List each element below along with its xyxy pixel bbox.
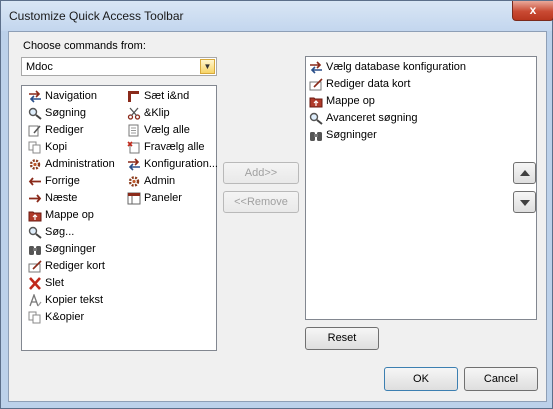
select-all-icon bbox=[127, 124, 141, 137]
list-item-label: Sæt i&nd bbox=[144, 90, 190, 102]
list-item-label: Vælg alle bbox=[144, 124, 190, 136]
close-button[interactable]: x bbox=[512, 1, 553, 21]
list-item-label: Rediger bbox=[45, 124, 84, 136]
swap-arrows-icon bbox=[28, 90, 42, 103]
ok-button[interactable]: OK bbox=[384, 367, 458, 391]
list-item-label: Kopi bbox=[45, 141, 68, 153]
dropdown-selected-value: Mdoc bbox=[26, 61, 53, 73]
cancel-button[interactable]: Cancel bbox=[464, 367, 538, 391]
triangle-down-icon bbox=[520, 200, 530, 206]
triangle-up-icon bbox=[520, 170, 530, 176]
list-item-label: Konfiguration... bbox=[144, 158, 218, 170]
magnifier-icon bbox=[28, 107, 42, 120]
paste-icon bbox=[127, 90, 141, 103]
gear-icon bbox=[28, 158, 42, 171]
list-item-label: Fravælg alle bbox=[144, 141, 205, 153]
edit-card-icon bbox=[28, 260, 42, 273]
list-item-label: Søgninger bbox=[45, 243, 96, 255]
list-item-label: Navigation bbox=[45, 90, 97, 102]
add-button[interactable]: Add>> bbox=[223, 162, 299, 184]
move-down-button[interactable] bbox=[513, 191, 536, 213]
arrow-left-icon bbox=[28, 175, 42, 188]
list-item-label: Administration bbox=[45, 158, 115, 170]
list-item-label: Rediger kort bbox=[45, 260, 105, 272]
list-item-label: Søgninger bbox=[326, 129, 377, 141]
list-item-label: K&opier bbox=[45, 311, 85, 323]
choose-commands-label: Choose commands from: bbox=[23, 40, 146, 52]
list-item-label: Vælg database konfiguration bbox=[326, 61, 467, 73]
binoculars-icon bbox=[309, 129, 323, 142]
list-item-label: Næste bbox=[45, 192, 78, 204]
window-title: Customize Quick Access Toolbar bbox=[9, 9, 184, 23]
binoculars-icon bbox=[28, 243, 42, 256]
remove-button[interactable]: <<Remove bbox=[223, 191, 299, 213]
folder-up-icon bbox=[309, 95, 323, 108]
title-bar: Customize Quick Access Toolbar x bbox=[1, 1, 553, 31]
delete-x-icon bbox=[28, 277, 42, 290]
commands-source-dropdown[interactable]: Mdoc ▼ bbox=[21, 57, 217, 76]
scissors-icon bbox=[127, 107, 141, 120]
dialog-window: Customize Quick Access Toolbar x Choose … bbox=[0, 0, 553, 409]
list-item-label: &Klip bbox=[144, 107, 170, 119]
copy-text-icon bbox=[28, 293, 42, 307]
available-commands-list[interactable]: Navigation Søgning Rediger Kopi Administrati… bbox=[21, 85, 218, 351]
edit-icon bbox=[28, 124, 42, 137]
list-item-label: Avanceret søgning bbox=[326, 112, 418, 124]
reset-button[interactable]: Reset bbox=[305, 327, 379, 350]
close-icon: x bbox=[529, 3, 537, 17]
list-item-label: Kopier tekst bbox=[45, 294, 104, 306]
move-up-button[interactable] bbox=[513, 162, 536, 184]
arrow-right-icon bbox=[28, 192, 42, 205]
list-item-label: Paneler bbox=[144, 192, 182, 204]
list-item-label: Forrige bbox=[45, 175, 80, 187]
list-item-label: Søgning bbox=[45, 107, 86, 119]
magnifier-icon bbox=[309, 112, 323, 125]
panels-icon bbox=[127, 192, 141, 205]
edit-card-icon bbox=[309, 78, 323, 91]
gear-icon bbox=[127, 175, 141, 188]
list-item-label: Rediger data kort bbox=[326, 78, 411, 90]
list-item-label: Slet bbox=[45, 277, 64, 289]
dialog-client-area: Choose commands from: Mdoc ▼ Navigation S… bbox=[8, 31, 547, 402]
toolbar-commands-list[interactable]: Vælg database konfiguration Rediger data … bbox=[305, 56, 537, 320]
magnifier-icon bbox=[28, 226, 42, 239]
deselect-all-icon bbox=[127, 141, 141, 154]
swap-arrows-icon bbox=[127, 158, 141, 171]
swap-arrows-icon bbox=[309, 61, 323, 74]
list-item-label: Admin bbox=[144, 175, 176, 187]
copy-icon bbox=[28, 141, 42, 154]
list-item-label: Søg... bbox=[45, 226, 75, 238]
list-item-label: Mappe op bbox=[45, 209, 94, 221]
list-item-label: Mappe op bbox=[326, 95, 375, 107]
folder-up-icon bbox=[28, 209, 42, 222]
copy-icon bbox=[28, 311, 42, 324]
chevron-down-icon[interactable]: ▼ bbox=[200, 59, 215, 74]
